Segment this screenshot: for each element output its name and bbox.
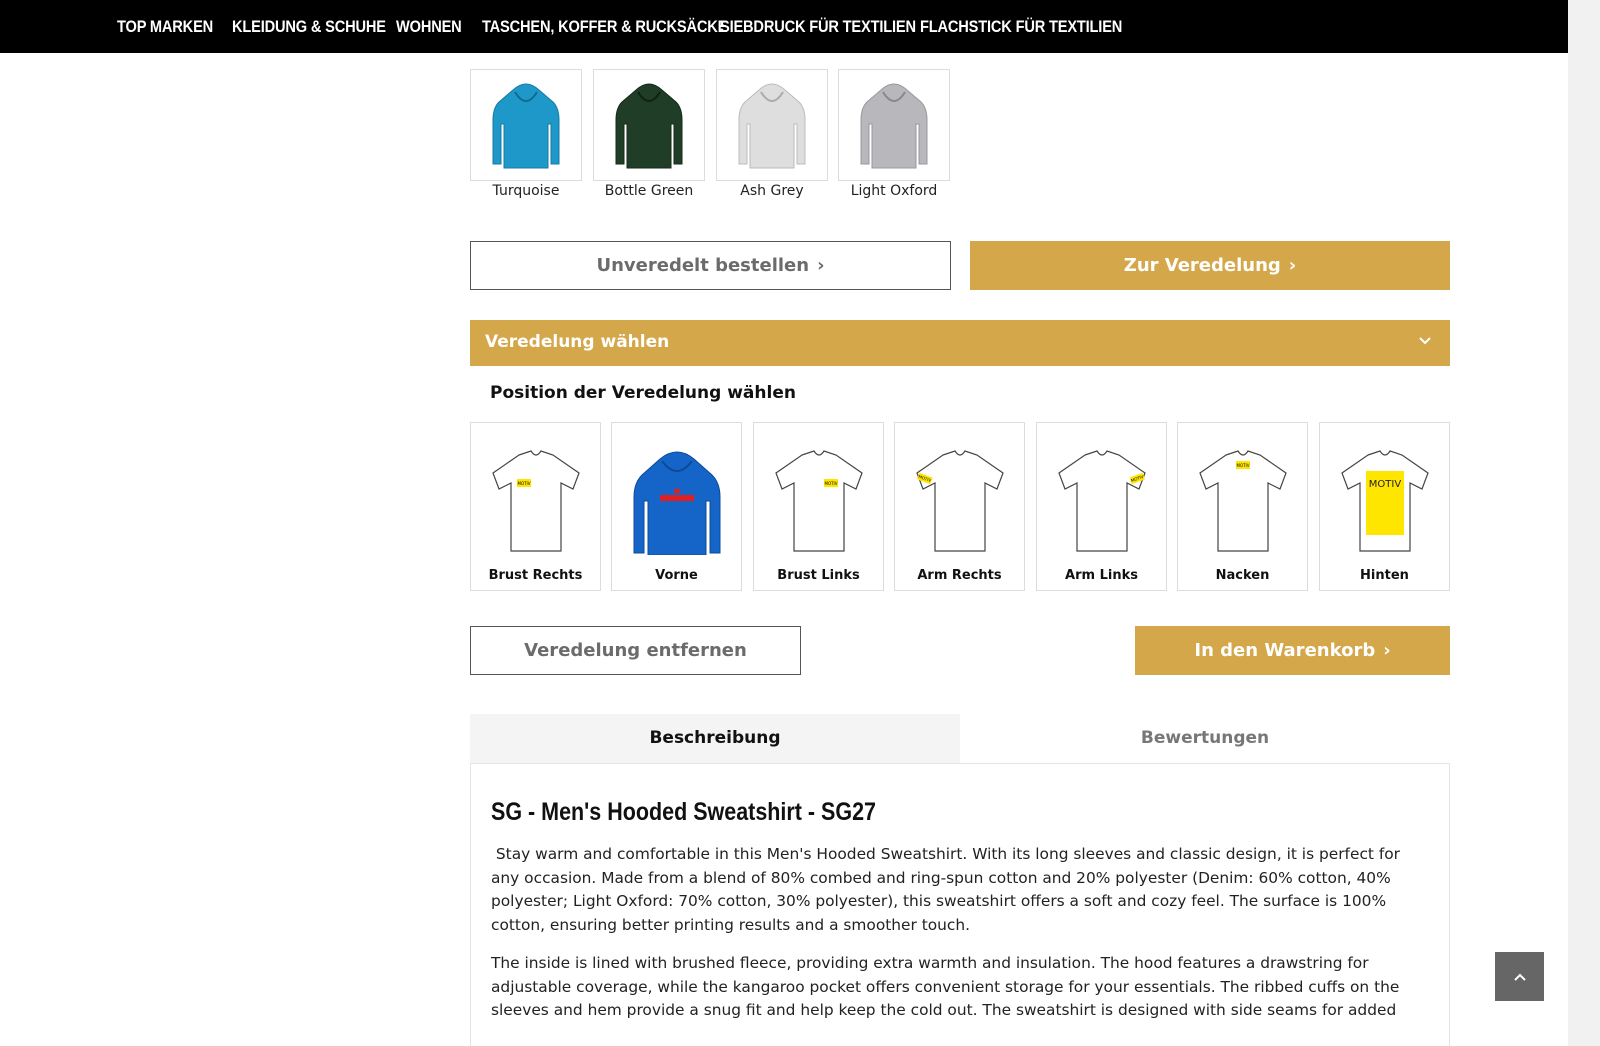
finishing-accordion-header[interactable]: Veredelung wählen [470, 320, 1450, 366]
nav-item-taschen[interactable]: TASCHEN, KOFFER & RUCKSÄCKE [482, 0, 727, 53]
position-label: Brust Rechts [488, 568, 583, 583]
nav-item-wohnen[interactable]: WOHNEN [396, 0, 462, 53]
chevron-right-icon: › [817, 255, 825, 276]
svg-text:MOTIV: MOTIV [825, 481, 838, 486]
top-navigation: TOP MARKEN KLEIDUNG & SCHUHE WOHNEN TASC… [0, 0, 1568, 53]
position-label: Brust Links [777, 568, 860, 583]
color-swatch-turquoise[interactable] [470, 69, 582, 181]
back-to-top-button[interactable] [1495, 952, 1544, 1001]
tshirt-chest-left-icon: MOTIV [775, 450, 863, 552]
remove-finishing-button[interactable]: Veredelung entfernen [470, 626, 801, 675]
chevron-right-icon: › [1383, 640, 1391, 661]
tshirt-neck-icon: MOTIV [1199, 450, 1287, 552]
position-card-vorne[interactable]: Vorne [611, 422, 742, 591]
to-finishing-label: Zur Veredelung [1123, 255, 1281, 276]
tshirt-arm-right-icon: MOTIV [916, 450, 1004, 552]
tshirt-back-icon: MOTIV [1341, 450, 1429, 552]
position-card-arm-rechts[interactable]: MOTIV Arm Rechts [894, 422, 1025, 591]
position-card-brust-links[interactable]: MOTIV Brust Links [753, 422, 884, 591]
position-label: Vorne [655, 568, 698, 583]
position-card-brust-rechts[interactable]: MOTIV Brust Rechts [470, 422, 601, 591]
hoodie-icon [738, 83, 806, 169]
swatch-label: Turquoise [492, 183, 560, 199]
product-description-paragraph: Stay warm and comfortable in this Men's … [491, 845, 1405, 934]
add-to-cart-button[interactable]: In den Warenkorb › [1135, 626, 1450, 675]
hoodie-front-print-icon [633, 451, 721, 555]
hoodie-icon [860, 83, 928, 169]
product-description-paragraph: The inside is lined with brushed fleece,… [491, 954, 1400, 1019]
to-finishing-button[interactable]: Zur Veredelung › [970, 241, 1450, 290]
chevron-right-icon: › [1288, 255, 1297, 276]
color-swatch-light-oxford[interactable] [838, 69, 950, 181]
position-card-hinten[interactable]: MOTIV Hinten [1319, 422, 1450, 591]
product-title: SG - Men's Hooded Sweatshirt - SG27 [491, 798, 877, 826]
nav-item-flachstick[interactable]: FLACHSTICK FÜR TEXTILIEN [920, 0, 1122, 53]
swatch-label: Light Oxford [850, 183, 938, 199]
position-card-arm-links[interactable]: MOTIV Arm Links [1036, 422, 1167, 591]
hoodie-icon [492, 83, 560, 169]
tab-beschreibung[interactable]: Beschreibung [470, 714, 960, 763]
position-label: Arm Links [1065, 568, 1138, 583]
swatch-label: Ash Grey [740, 183, 804, 199]
page-scrollbar[interactable] [1568, 0, 1600, 1046]
nav-item-siebdruck[interactable]: SIEBDRUCK FÜR TEXTILIEN [720, 0, 916, 53]
color-swatch-bottle-green[interactable] [593, 69, 705, 181]
add-to-cart-label: In den Warenkorb [1194, 640, 1376, 661]
order-unfinished-label: Unveredelt bestellen [596, 255, 810, 276]
hoodie-icon [615, 83, 683, 169]
nav-item-top-marken[interactable]: TOP MARKEN [117, 0, 213, 53]
tab-bewertungen[interactable]: Bewertungen [960, 714, 1450, 763]
chevron-down-icon [1419, 337, 1431, 345]
svg-text:MOTIV: MOTIV [1237, 463, 1250, 468]
position-heading: Position der Veredelung wählen [490, 383, 796, 403]
color-swatch-ash-grey[interactable] [716, 69, 828, 181]
svg-text:MOTIV: MOTIV [1369, 479, 1402, 490]
accordion-title: Veredelung wählen [485, 332, 670, 352]
nav-item-kleidung-schuhe[interactable]: KLEIDUNG & SCHUHE [232, 0, 386, 53]
position-label: Hinten [1360, 568, 1409, 583]
svg-text:MOTIV: MOTIV [518, 481, 531, 486]
tshirt-arm-left-icon: MOTIV [1058, 450, 1146, 552]
position-label: Nacken [1215, 568, 1270, 583]
chevron-up-icon [1513, 973, 1526, 981]
order-unfinished-button[interactable]: Unveredelt bestellen › [470, 241, 951, 290]
swatch-label: Bottle Green [604, 183, 694, 199]
position-card-nacken[interactable]: MOTIV Nacken [1177, 422, 1308, 591]
position-label: Arm Rechts [917, 568, 1002, 583]
tshirt-chest-right-icon: MOTIV [492, 450, 580, 552]
